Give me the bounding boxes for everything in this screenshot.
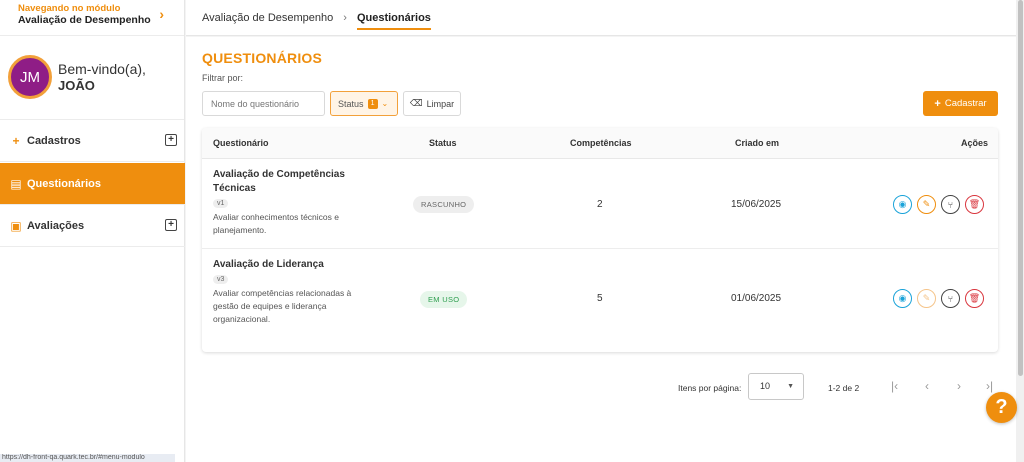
sidebar-item-questionarios[interactable]: ▤ Questionários — [0, 163, 185, 205]
table-row[interactable]: Avaliação de Competências Técnicas v1 Av… — [202, 159, 998, 249]
header-acoes: Ações — [961, 138, 989, 148]
questionnaire-description: Avaliar conhecimentos técnicos e planeja… — [213, 212, 339, 235]
scrollbar-thumb[interactable] — [1018, 0, 1023, 376]
questionnaire-description: Avaliar competências relacionadas à gest… — [213, 288, 352, 324]
questionnaire-table: Questionário Status Competências Criado … — [202, 128, 998, 352]
chevron-right-icon: › — [159, 6, 164, 22]
pagination: Itens por página: 10 ▼ 1-2 de 2 |‹ ‹ › ›… — [186, 372, 1020, 402]
version-badge: v3 — [213, 275, 229, 284]
items-per-page-value: 10 — [760, 381, 771, 391]
filter-label: Filtrar por: — [202, 73, 244, 83]
caret-down-icon: ▼ — [787, 383, 794, 390]
created-date: 01/06/2025 — [731, 293, 782, 304]
eye-icon[interactable]: ◉ — [893, 289, 912, 308]
items-per-page-select[interactable]: 10 ▼ — [748, 373, 804, 400]
chevron-down-icon: ⌄ — [381, 99, 389, 108]
items-per-page-label: Itens por página: — [678, 383, 742, 393]
clear-filters-button[interactable]: ⌫ Limpar — [403, 91, 461, 116]
questionnaire-cell: Avaliação de Competências Técnicas v1 Av… — [213, 168, 363, 237]
status-filter-button[interactable]: Status 1 ⌄ — [330, 91, 398, 116]
plus-icon: + — [934, 97, 941, 110]
created-date: 15/06/2025 — [731, 199, 782, 210]
expand-icon[interactable]: + — [165, 219, 177, 231]
branch-icon[interactable]: ⑂ — [941, 195, 960, 214]
avatar[interactable]: JM — [8, 55, 52, 99]
header-criado-em[interactable]: Criado em — [735, 138, 779, 148]
document-icon: ▤ — [10, 176, 22, 191]
breadcrumb: Avaliação de Desempenho › Questionários — [186, 0, 1020, 36]
row-actions: ◉ ✎ ⑂ 🗑 — [893, 195, 984, 214]
module-switcher[interactable]: Navegando no módulo Avaliação de Desempe… — [0, 0, 184, 36]
eye-icon[interactable]: ◉ — [893, 195, 912, 214]
trash-icon[interactable]: 🗑 — [965, 289, 984, 308]
status-badge: EM USO — [420, 291, 468, 308]
status-filter-label: Status — [338, 98, 364, 109]
user-name: JOÃO — [58, 78, 95, 93]
competencias-count: 2 — [597, 199, 603, 210]
chevron-right-icon: › — [343, 11, 347, 24]
clear-label: Limpar — [426, 98, 455, 109]
competencias-count: 5 — [597, 293, 603, 304]
table-header: Questionário Status Competências Criado … — [202, 128, 998, 159]
main-content: QUESTIONÁRIOS Filtrar por: Status 1 ⌄ ⌫ … — [186, 37, 1020, 462]
edit-icon: ✎ — [917, 289, 936, 308]
sidebar-item-label: Cadastros — [27, 134, 81, 147]
first-page-icon[interactable]: |‹ — [891, 379, 898, 393]
help-icon[interactable]: ? — [986, 392, 1017, 423]
version-badge: v1 — [213, 199, 229, 208]
table-row[interactable]: Avaliação de Liderança v3 Avaliar compet… — [202, 249, 998, 352]
status-filter-count: 1 — [367, 98, 378, 109]
plus-icon: + — [12, 133, 20, 148]
add-questionnaire-button[interactable]: + Cadastrar — [923, 91, 998, 116]
questionnaire-cell: Avaliação de Liderança v3 Avaliar compet… — [213, 258, 363, 326]
breadcrumb-current: Questionários — [356, 11, 431, 30]
sidebar-item-label: Avaliações — [27, 219, 85, 232]
page-range: 1-2 de 2 — [828, 383, 860, 393]
questionnaire-title: Avaliação de Liderança — [213, 259, 324, 270]
branch-icon[interactable]: ⑂ — [941, 289, 960, 308]
sidebar-item-cadastros[interactable]: + Cadastros + — [0, 120, 185, 162]
sidebar-item-avaliacoes[interactable]: ▣ Avaliações + — [0, 205, 185, 247]
prev-page-icon[interactable]: ‹ — [925, 379, 929, 393]
breadcrumb-parent[interactable]: Avaliação de Desempenho — [202, 12, 333, 24]
next-page-icon[interactable]: › — [957, 379, 961, 393]
questionnaire-name-input[interactable] — [202, 91, 325, 116]
status-badge: RASCUNHO — [413, 196, 475, 213]
eraser-icon: ⌫ — [409, 98, 423, 108]
status-bar-url: https://dh-front-qa.quark.tec.br/#menu-m… — [0, 454, 175, 462]
welcome-greeting: Bem-vindo(a), — [58, 61, 146, 77]
welcome-text: Bem-vindo(a), JOÃO — [58, 61, 146, 93]
header-status[interactable]: Status — [429, 138, 457, 148]
questionnaire-title: Avaliação de Competências Técnicas — [213, 169, 345, 194]
header-questionario[interactable]: Questionário — [213, 138, 269, 148]
sidebar-item-label: Questionários — [27, 177, 101, 190]
add-label: Cadastrar — [944, 98, 987, 109]
row-actions: ◉ ✎ ⑂ 🗑 — [893, 289, 984, 308]
trash-icon[interactable]: 🗑 — [965, 195, 984, 214]
expand-icon[interactable]: + — [165, 134, 177, 146]
last-page-icon[interactable]: ›| — [986, 379, 993, 393]
clipboard-check-icon: ▣ — [10, 218, 22, 233]
edit-icon[interactable]: ✎ — [917, 195, 936, 214]
page-title: QUESTIONÁRIOS — [202, 50, 323, 66]
header-competencias[interactable]: Competências — [570, 138, 632, 148]
